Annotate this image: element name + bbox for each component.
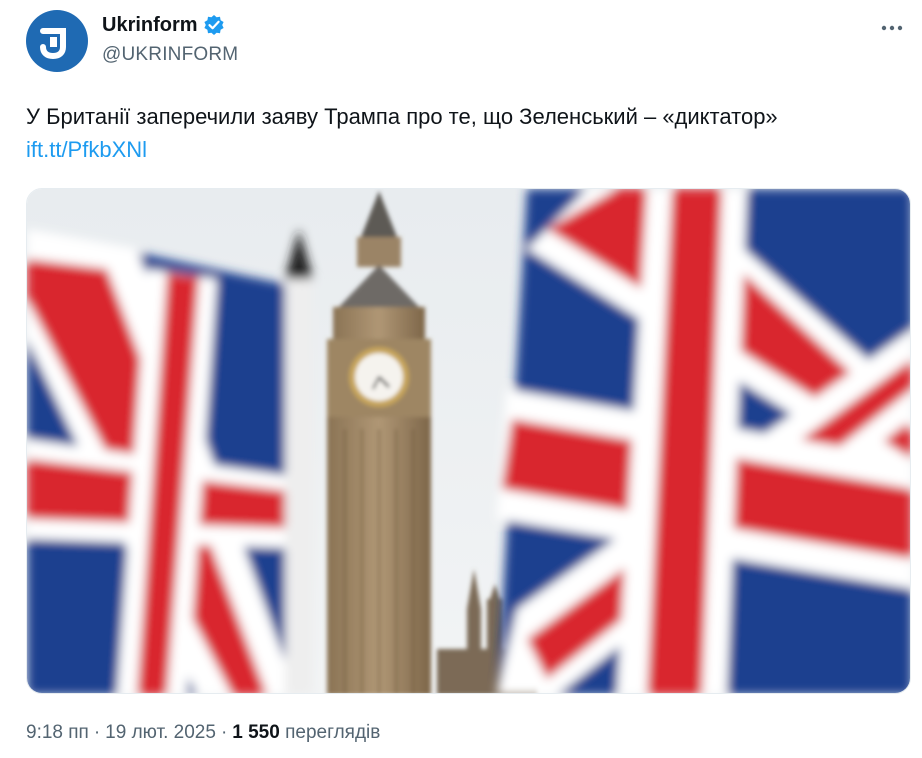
separator: · <box>93 722 101 743</box>
author-handle[interactable]: @UKRINFORM <box>102 44 238 66</box>
big-ben-flags-image <box>27 189 910 693</box>
tweet-date[interactable]: 19 лют. 2025 <box>105 722 216 743</box>
author-name[interactable]: Ukrinform <box>102 14 198 37</box>
tweet-meta: 9:18 пп · 19 лют. 2025 · 1 550 переглядів <box>26 722 380 744</box>
tweet-time[interactable]: 9:18 пп <box>26 722 89 743</box>
views-count: 1 550 <box>232 722 280 743</box>
verified-badge-icon <box>203 15 224 35</box>
ukrinform-logo-icon <box>40 28 66 60</box>
tweet-text: У Британії заперечили заяву Трампа про т… <box>26 100 914 166</box>
tweet[interactable]: Ukrinform @UKRINFORM У Британії заперечи… <box>0 0 922 758</box>
separator: · <box>220 722 228 743</box>
tweet-link[interactable]: ift.tt/PfkbXNl <box>26 133 914 166</box>
tweet-body: У Британії заперечили заяву Трампа про т… <box>26 104 778 129</box>
views-label: переглядів <box>285 722 381 743</box>
more-horizontal-icon <box>881 25 903 31</box>
more-options-button[interactable] <box>878 14 906 42</box>
tweet-media-photo[interactable] <box>26 188 911 694</box>
avatar[interactable] <box>26 10 88 72</box>
